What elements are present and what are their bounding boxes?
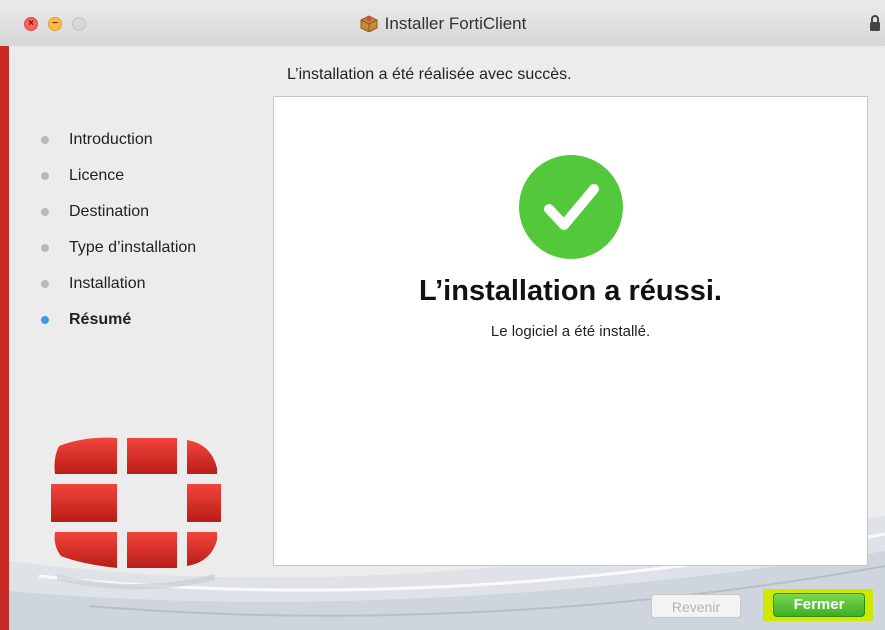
step-introduction: Introduction (39, 130, 196, 166)
window-edge-accent (0, 46, 9, 630)
step-licence: Licence (39, 166, 196, 202)
step-label: Type d’installation (69, 239, 197, 256)
back-button[interactable]: Revenir (651, 594, 741, 618)
step-label: Licence (69, 167, 125, 184)
step-dot-icon (41, 136, 49, 144)
title-bar[interactable]: × − Installer FortiClient (0, 0, 885, 47)
window-title-text: Installer FortiClient (384, 14, 527, 33)
close-button[interactable]: Fermer (773, 593, 865, 617)
step-label: Introduction (69, 131, 153, 148)
package-icon (360, 15, 378, 32)
installer-window: × − Installer FortiClient L’installation (0, 0, 885, 630)
step-dot-icon (41, 244, 49, 252)
step-dot-icon (41, 280, 49, 288)
step-label: Destination (69, 203, 150, 220)
step-dot-icon (41, 208, 49, 216)
success-subtitle: Le logiciel a été installé. (490, 323, 651, 340)
close-button-highlight: Fermer (763, 589, 873, 621)
step-list: Introduction Licence Destination Type d’… (39, 130, 196, 346)
window-title: Installer FortiClient (0, 14, 885, 34)
step-type-installation: Type d’installation (39, 238, 196, 274)
step-label: Installation (69, 275, 146, 292)
step-resume: Résumé (39, 310, 196, 346)
step-dot-icon (41, 316, 49, 324)
checkmark-icon (519, 155, 623, 259)
step-installation: Installation (39, 274, 196, 310)
success-title: L’installation a réussi. (419, 275, 722, 307)
step-label: Résumé (69, 311, 132, 328)
summary-panel: L’installation a réussi. Le logiciel a é… (273, 96, 868, 566)
step-dot-icon (41, 172, 49, 180)
header-message: L’installation a été réalisée avec succè… (287, 66, 572, 83)
fortinet-logo (51, 437, 221, 590)
installer-content: L’installation a été réalisée avec succè… (9, 46, 885, 630)
step-destination: Destination (39, 202, 196, 238)
lock-icon (870, 15, 880, 31)
